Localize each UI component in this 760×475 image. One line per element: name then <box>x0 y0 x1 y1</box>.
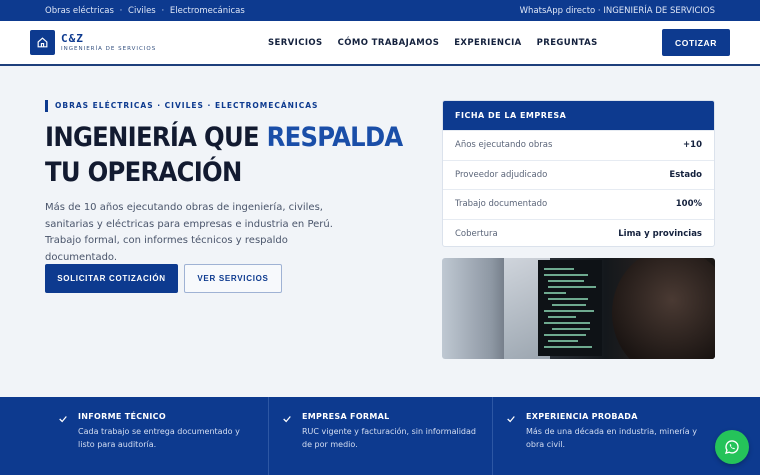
logo[interactable]: C&Z INGENIERÍA DE SERVICIOS <box>30 30 156 55</box>
feature-item: EXPERIENCIA PROBADA Más de una década en… <box>493 397 717 475</box>
features-band: INFORME TÉCNICO Cada trabajo se entrega … <box>0 397 760 475</box>
company-card-row: Trabajo documentado 100% <box>443 189 714 219</box>
company-card-row: Cobertura Lima y provincias <box>443 218 714 247</box>
feature-description: Cada trabajo se entrega documentado y li… <box>78 427 240 449</box>
check-icon <box>59 416 67 423</box>
top-bar-service: Civiles <box>128 5 156 16</box>
check-icon <box>283 416 291 423</box>
company-card-title: FICHA DE LA EMPRESA <box>443 101 714 130</box>
feature-item: INFORME TÉCNICO Cada trabajo se entrega … <box>45 397 269 475</box>
nav-item-preguntas[interactable]: PREGUNTAS <box>537 38 598 48</box>
headline-accent: RESPALDA <box>266 122 404 153</box>
hero-eyebrow: OBRAS ELÉCTRICAS · CIVILES · ELECTROMECÁ… <box>45 100 415 112</box>
row-value: Estado <box>669 169 702 180</box>
nav-item-experiencia[interactable]: EXPERIENCIA <box>454 38 521 48</box>
company-card-row: Años ejecutando obras +10 <box>443 130 714 160</box>
photo-person <box>612 258 715 359</box>
headline-part: INGENIERÍA QUE <box>45 122 267 153</box>
hero-description: Más de 10 años ejecutando obras de ingen… <box>45 202 333 263</box>
cotizar-button[interactable]: COTIZAR <box>662 29 730 56</box>
home-icon <box>30 30 55 55</box>
hero-actions: SOLICITAR COTIZACIÓN VER SERVICIOS <box>45 264 282 293</box>
brand-name: C&Z <box>61 31 84 45</box>
row-value: +10 <box>683 140 702 151</box>
top-bar-service: Electromecánicas <box>169 5 245 16</box>
nav-item-como-trabajamos[interactable]: CÓMO TRABAJAMOS <box>338 38 440 48</box>
row-value: 100% <box>675 199 702 210</box>
row-label: Trabajo documentado <box>455 199 548 210</box>
nav-menu: SERVICIOS CÓMO TRABAJAMOS EXPERIENCIA PR… <box>268 21 613 64</box>
whatsapp-floating-button[interactable] <box>715 430 749 464</box>
feature-description: Más de una década en industria, minería … <box>526 427 697 449</box>
top-bar-services: Obras eléctricas · Civiles · Electromecá… <box>45 6 245 16</box>
feature-title: INFORME TÉCNICO <box>78 412 166 421</box>
company-card: FICHA DE LA EMPRESA Años ejecutando obra… <box>442 100 715 247</box>
request-quote-button[interactable]: SOLICITAR COTIZACIÓN <box>45 264 178 293</box>
row-label: Proveedor adjudicado <box>455 169 548 180</box>
main-nav: C&Z INGENIERÍA DE SERVICIOS SERVICIOS CÓ… <box>0 21 760 66</box>
feature-description: RUC vigente y facturación, sin informali… <box>302 427 476 449</box>
view-services-button[interactable]: VER SERVICIOS <box>184 264 282 293</box>
top-bar-separator: · <box>119 5 123 16</box>
brand-tagline: INGENIERÍA DE SERVICIOS <box>61 45 157 52</box>
row-label: Años ejecutando obras <box>455 140 553 151</box>
row-value: Lima y provincias <box>618 228 702 239</box>
top-bar: Obras eléctricas · Civiles · Electromecá… <box>0 0 760 21</box>
feature-title: EMPRESA FORMAL <box>302 412 390 421</box>
feature-title: EXPERIENCIA PROBADA <box>526 412 638 421</box>
nav-item-servicios[interactable]: SERVICIOS <box>268 38 323 48</box>
row-label: Cobertura <box>455 228 498 239</box>
company-card-row: Proveedor adjudicado Estado <box>443 159 714 190</box>
photo-code-screen <box>538 260 602 356</box>
hero: OBRAS ELÉCTRICAS · CIVILES · ELECTROMECÁ… <box>45 100 415 293</box>
check-icon <box>507 416 515 423</box>
feature-item: EMPRESA FORMAL RUC vigente y facturación… <box>269 397 493 475</box>
hero-photo <box>442 258 715 359</box>
headline-part: TU OPERACIÓN <box>45 157 242 188</box>
top-bar-separator: · <box>161 5 165 16</box>
logo-text: C&Z INGENIERÍA DE SERVICIOS <box>61 31 157 53</box>
top-bar-service: Obras eléctricas <box>45 5 114 16</box>
whatsapp-direct-link[interactable]: WhatsApp directo · INGENIERÍA DE SERVICI… <box>520 6 715 16</box>
hero-headline: INGENIERÍA QUE RESPALDA TU OPERACIÓN <box>45 120 423 190</box>
whatsapp-icon <box>724 440 739 454</box>
